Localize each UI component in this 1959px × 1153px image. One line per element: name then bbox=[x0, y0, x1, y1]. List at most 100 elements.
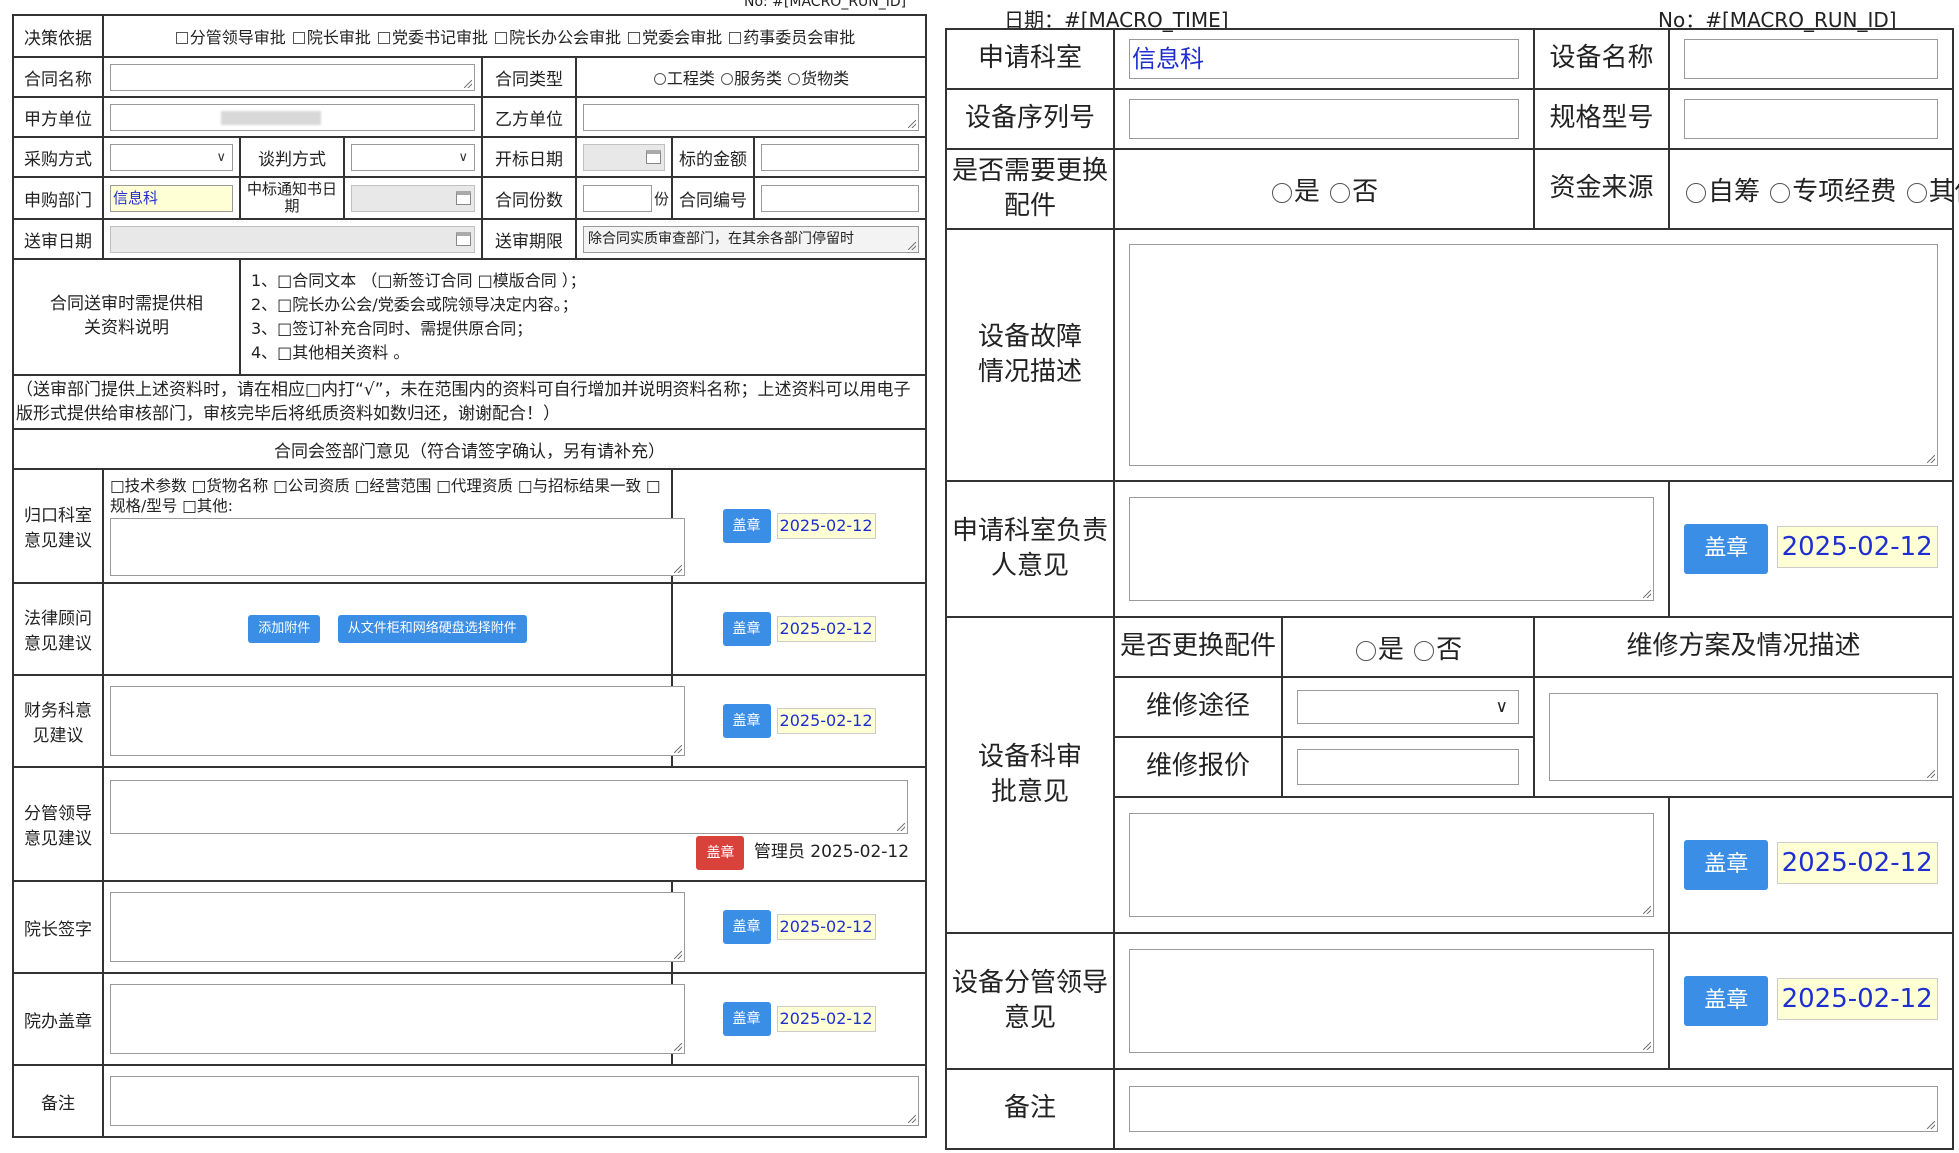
dept-opinion-textarea[interactable] bbox=[110, 518, 685, 576]
seal-button[interactable]: 盖章 bbox=[1684, 840, 1769, 890]
materials-item[interactable]: 2、□院长办公会/党委会或院领导决定内容。； bbox=[251, 293, 919, 317]
repair-plan-textarea[interactable] bbox=[1549, 693, 1938, 781]
copies-input[interactable] bbox=[583, 184, 652, 212]
seal-button[interactable]: 盖章 bbox=[722, 612, 771, 646]
contract-name-input[interactable] bbox=[110, 63, 475, 91]
dept-opinion-label: 归口科室意见建议 bbox=[12, 468, 104, 584]
repair-quote-input[interactable] bbox=[1297, 749, 1519, 785]
purchasing-dept-label: 申购部门 bbox=[12, 176, 104, 220]
need-parts-options[interactable]: 是 否 bbox=[1113, 148, 1535, 230]
dept-checks[interactable]: □技术参数 □货物名称 □公司资质 □经营范围 □代理资质 □与招标结果一致 □… bbox=[110, 476, 665, 516]
dept-head-textarea[interactable] bbox=[1129, 497, 1654, 601]
select-attachment-button[interactable]: 从文件柜和网络硬盘选择附件 bbox=[337, 615, 527, 643]
materials-item[interactable]: 3、□签订补充合同时、需提供原合同； bbox=[251, 317, 919, 341]
purchase-method-label: 采购方式 bbox=[12, 136, 104, 178]
negotiation-method-select[interactable]: ∨ bbox=[351, 143, 475, 171]
decision-checkbox[interactable] bbox=[292, 32, 305, 44]
replace-parts-options[interactable]: 是 否 bbox=[1281, 616, 1535, 678]
office-seal-label: 院办盖章 bbox=[12, 972, 104, 1066]
president-textarea[interactable] bbox=[110, 892, 685, 962]
seal-button[interactable]: 盖章 bbox=[722, 509, 771, 543]
leader-textarea[interactable] bbox=[1129, 949, 1654, 1053]
serial-label: 设备序列号 bbox=[945, 88, 1115, 150]
date-field[interactable]: 2025-02-12 bbox=[1776, 978, 1938, 1020]
calendar-icon[interactable] bbox=[456, 191, 471, 205]
date-field[interactable]: 2025-02-12 bbox=[1776, 526, 1938, 568]
seal-button[interactable]: 盖章 bbox=[696, 836, 745, 870]
bid-open-date-label: 开标日期 bbox=[481, 136, 577, 178]
bid-open-date-input[interactable] bbox=[583, 143, 665, 171]
leader-label: 设备分管领导意见 bbox=[945, 932, 1115, 1070]
purchase-method-select[interactable]: ∨ bbox=[110, 143, 233, 171]
date-field[interactable]: 2025-02-12 bbox=[776, 708, 876, 734]
purchasing-dept-input[interactable]: 信息科 bbox=[110, 184, 233, 212]
model-input[interactable] bbox=[1684, 99, 1938, 139]
remark-label: 备注 bbox=[12, 1064, 104, 1138]
office-seal-textarea[interactable] bbox=[110, 984, 685, 1054]
model-label: 规格型号 bbox=[1533, 88, 1670, 150]
seal-button[interactable]: 盖章 bbox=[722, 704, 771, 738]
radio[interactable] bbox=[1686, 182, 1706, 203]
finance-textarea[interactable] bbox=[110, 686, 685, 756]
fund-source-options[interactable]: 自筹 专项经费 其他 bbox=[1668, 148, 1959, 230]
calendar-icon[interactable] bbox=[646, 150, 661, 164]
chevron-down-icon: ∨ bbox=[1495, 697, 1508, 717]
radio[interactable] bbox=[1330, 182, 1351, 203]
materials-item[interactable]: 1、□合同文本 （□新签订合同 □模版合同 ）； bbox=[251, 269, 919, 293]
chevron-down-icon: ∨ bbox=[216, 149, 226, 165]
equip-dept-label: 设备科审批意见 bbox=[945, 616, 1115, 934]
fund-source-label: 资金来源 bbox=[1533, 148, 1670, 230]
date-field[interactable]: 2025-02-12 bbox=[776, 914, 876, 940]
remark-textarea[interactable] bbox=[110, 1076, 920, 1126]
radio[interactable] bbox=[1355, 640, 1376, 661]
seal-button[interactable]: 盖章 bbox=[722, 910, 771, 944]
decision-checkbox[interactable] bbox=[729, 32, 742, 44]
radio[interactable] bbox=[1770, 182, 1791, 203]
decision-options[interactable]: 分管领导审批 院长审批 党委书记审批 院长办公会审批 党委会审批 药事委员会审批 bbox=[101, 14, 928, 58]
contract-no-label: 合同编号 bbox=[671, 176, 755, 220]
add-attachment-button[interactable]: 添加附件 bbox=[248, 615, 321, 643]
contract-no-input[interactable] bbox=[761, 184, 920, 212]
date-field[interactable]: 2025-02-12 bbox=[776, 616, 876, 642]
decision-checkbox[interactable] bbox=[628, 32, 641, 44]
serial-input[interactable] bbox=[1129, 99, 1519, 139]
device-name-input[interactable] bbox=[1684, 39, 1938, 79]
apply-dept-input[interactable]: 信息科 bbox=[1129, 39, 1519, 79]
bid-amount-label: 标的金额 bbox=[671, 136, 755, 178]
bid-amount-input[interactable] bbox=[761, 143, 920, 171]
fault-textarea[interactable] bbox=[1129, 244, 1938, 466]
calendar-icon[interactable] bbox=[456, 232, 471, 246]
seal-button[interactable]: 盖章 bbox=[1684, 976, 1769, 1026]
materials-item[interactable]: 4、□其他相关资料 。 bbox=[251, 341, 919, 365]
award-notice-date-input[interactable] bbox=[351, 184, 475, 212]
radio[interactable] bbox=[1271, 182, 1292, 203]
left-run-id: No: #[MACRO_RUN_ID] bbox=[744, 0, 907, 10]
dept-head-label: 申请科室负责人意见 bbox=[945, 480, 1115, 618]
submit-date-input[interactable] bbox=[110, 225, 475, 253]
radio[interactable] bbox=[721, 73, 734, 85]
leader-label: 分管领导意见建议 bbox=[12, 766, 104, 882]
remark-textarea[interactable] bbox=[1129, 1086, 1938, 1132]
equip-dept-textarea[interactable] bbox=[1129, 813, 1654, 917]
repair-route-select[interactable]: ∨ bbox=[1297, 690, 1519, 724]
decision-checkbox[interactable] bbox=[377, 32, 390, 44]
contract-type-label: 合同类型 bbox=[481, 56, 577, 98]
decision-checkbox[interactable] bbox=[175, 32, 188, 44]
party-a-input[interactable] bbox=[110, 103, 475, 131]
party-b-input[interactable] bbox=[583, 103, 920, 131]
date-field[interactable]: 2025-02-12 bbox=[776, 513, 876, 539]
radio[interactable] bbox=[653, 73, 666, 85]
decision-checkbox[interactable] bbox=[495, 32, 508, 44]
review-period-input[interactable]: 除合同实质审查部门，在其余各部门停留时 bbox=[583, 225, 920, 253]
seal-button[interactable]: 盖章 bbox=[1684, 524, 1769, 574]
radio[interactable] bbox=[1414, 640, 1435, 661]
seal-button[interactable]: 盖章 bbox=[722, 1002, 771, 1036]
date-field[interactable]: 2025-02-12 bbox=[776, 1006, 876, 1032]
radio[interactable] bbox=[788, 73, 801, 85]
leader-textarea[interactable] bbox=[110, 780, 908, 834]
decision-label: 决策依据 bbox=[12, 14, 104, 58]
contract-type-options[interactable]: 工程类 服务类 货物类 bbox=[574, 56, 928, 98]
date-field[interactable]: 2025-02-12 bbox=[1776, 842, 1938, 884]
radio[interactable] bbox=[1906, 182, 1927, 203]
apply-dept-label: 申请科室 bbox=[945, 28, 1115, 90]
